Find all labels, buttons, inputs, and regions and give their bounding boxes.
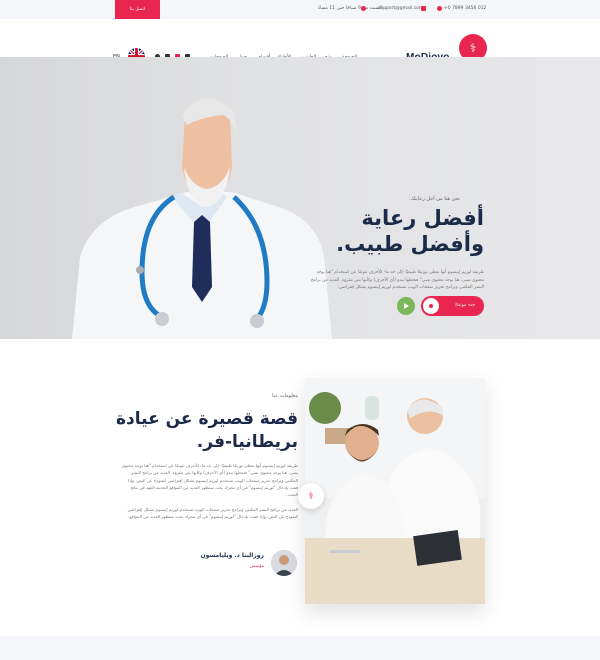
about-kicker: معلومات عنا [272, 393, 298, 399]
hero-kicker: نحن هنا من أجل رعايتك. [409, 196, 460, 202]
hero-description: طريقة لوريم إيبسوم أنها تعطي توزيعًا طبي… [310, 270, 484, 290]
main-navigation: الصفحات حول أقسام الأطباء الطبيب متجر ال… [0, 19, 600, 65]
doctor-photo [72, 98, 332, 339]
hero-title-line-1: أفضل رعاية [361, 206, 484, 230]
about-paragraph-1: طريقة لوريم إيبسوم أنها تعطي توزيعًا طبي… [121, 463, 298, 498]
author-role: مؤسس [249, 564, 264, 569]
contact-button[interactable]: اتصل بنا [115, 0, 160, 19]
email-link[interactable]: support@gmail.com [378, 6, 423, 11]
mail-icon [421, 6, 426, 11]
top-bar: اتصل بنا السبت من 9 صباحًا حتى 11 مساءً … [0, 0, 600, 19]
dot-icon [423, 298, 439, 314]
doctors-team-photo [305, 378, 485, 604]
about-title: قصة قصيرة عن عيادة بريطانيا-فر. [98, 408, 298, 454]
next-section-band [0, 636, 600, 660]
phone-link[interactable]: +0 7899 3456 012 [444, 6, 486, 11]
hero-title-line-2: وأفضل طبيب. [336, 232, 484, 256]
hero-title: أفضل رعاية وأفضل طبيب. [284, 205, 484, 257]
about-title-line-2: بريطانيا-فر. [196, 432, 298, 452]
play-video-button[interactable] [397, 297, 415, 315]
hero-section: نحن هنا من أجل رعايتك. أفضل رعاية وأفضل … [0, 57, 600, 339]
book-appointment-label: حدد موعدًا [455, 303, 475, 308]
about-title-line-1: قصة قصيرة عن عيادة [116, 409, 298, 429]
hours-text: السبت من 9 صباحًا حتى 11 مساءً [318, 6, 382, 11]
about-paragraph-2: العديد من برامح النشر المكتبي وبرامح تحر… [127, 507, 298, 520]
caduceus-badge-icon: ⚕ [298, 483, 324, 509]
clock-icon [361, 6, 366, 11]
author-avatar [271, 550, 297, 576]
book-appointment-button[interactable]: حدد موعدًا [421, 296, 484, 316]
author-name: روزالينا د. ويليامسون [200, 552, 264, 559]
phone-icon [437, 6, 442, 11]
